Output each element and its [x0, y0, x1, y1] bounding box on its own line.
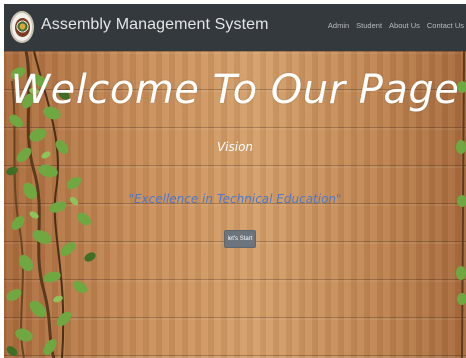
nav-links: Admin Student About Us Contact Us — [328, 21, 464, 30]
navbar: Assembly Management System Admin Student… — [4, 4, 466, 51]
nav-link-about-us[interactable]: About Us — [389, 21, 420, 30]
lets-start-button[interactable]: let's Start — [224, 230, 256, 248]
nav-link-student[interactable]: Student — [356, 21, 382, 30]
nav-link-admin[interactable]: Admin — [328, 21, 349, 30]
hero-section: Welcome To Our Page Vision "Excellence i… — [4, 51, 466, 358]
welcome-title: Welcome To Our Page — [10, 67, 460, 113]
site-brand[interactable]: Assembly Management System — [41, 16, 269, 34]
college-emblem-logo[interactable] — [10, 11, 34, 43]
vision-heading: Vision — [216, 140, 254, 154]
emblem-seal-icon — [14, 17, 30, 37]
page-frame: Assembly Management System Admin Student… — [4, 4, 466, 358]
nav-link-contact-us[interactable]: Contact Us — [427, 21, 464, 30]
vision-statement: "Excellence in Technical Education" — [128, 192, 342, 206]
